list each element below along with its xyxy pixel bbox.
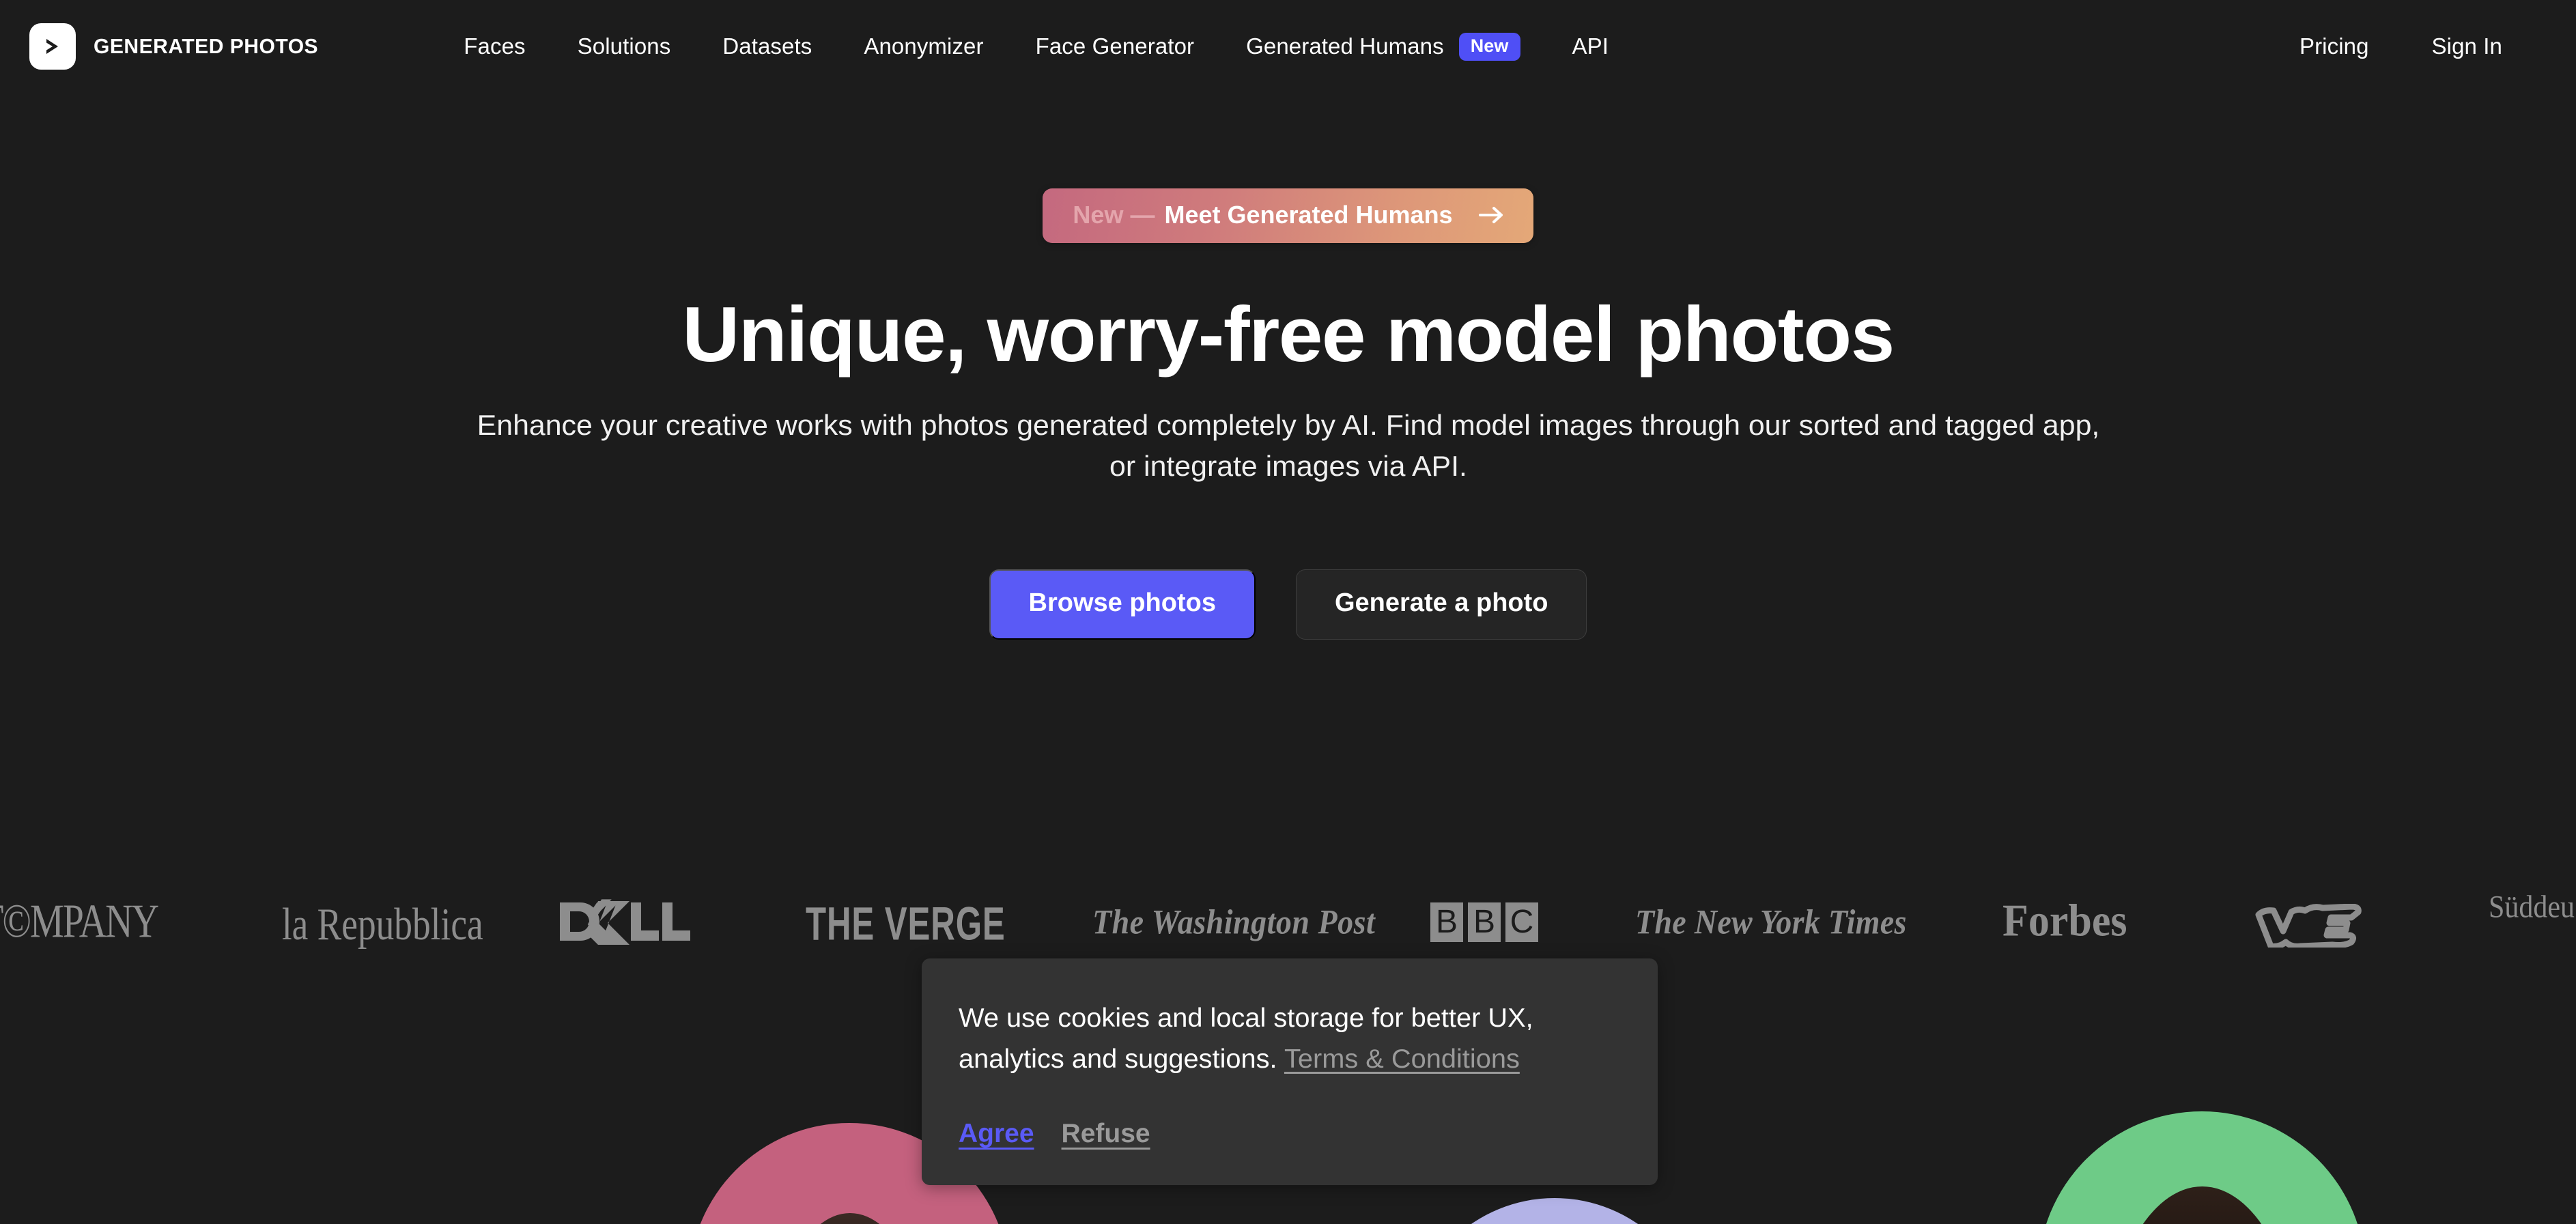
browse-photos-button[interactable]: Browse photos bbox=[989, 569, 1256, 640]
cookie-banner-text: We use cookies and local storage for bet… bbox=[959, 998, 1634, 1081]
press-logo-sueddeutsche-zeitung: Süddeu Zeitu bbox=[2489, 891, 2576, 924]
terms-and-conditions-link[interactable]: Terms & Conditions bbox=[1284, 1044, 1520, 1074]
cookie-consent-banner: We use cookies and local storage for bet… bbox=[922, 958, 1658, 1185]
nav-item-api[interactable]: API bbox=[1546, 33, 1635, 59]
hero-pill-prefix: New — bbox=[1073, 201, 1155, 229]
bbc-letter: B bbox=[1430, 902, 1463, 942]
top-navigation-bar: GENERATED PHOTOS Faces Solutions Dataset… bbox=[0, 0, 2576, 93]
press-logo-the-new-york-times: The New York Times bbox=[1635, 902, 1907, 941]
nav-item-anonymizer[interactable]: Anonymizer bbox=[838, 33, 1009, 59]
brand-logo-link[interactable]: GENERATED PHOTOS bbox=[29, 23, 325, 70]
generate-a-photo-button[interactable]: Generate a photo bbox=[1295, 569, 1587, 640]
bbc-letter: B bbox=[1468, 902, 1501, 942]
avatar-circle-lavender bbox=[1408, 1198, 1701, 1224]
nav-item-solutions[interactable]: Solutions bbox=[552, 33, 697, 59]
cookie-refuse-button[interactable]: Refuse bbox=[1062, 1119, 1150, 1149]
hero-announcement-wrap: New — Meet Generated Humans bbox=[0, 188, 2576, 243]
nav-item-face-generator[interactable]: Face Generator bbox=[1010, 33, 1221, 59]
hero-section: New — Meet Generated Humans Unique, worr… bbox=[0, 93, 2576, 640]
avatar-face-photo bbox=[765, 1213, 935, 1224]
hero-subtitle: Enhance your creative works with photos … bbox=[477, 409, 2099, 482]
hero-cta-row: Browse photos Generate a photo bbox=[0, 569, 2576, 640]
brand-name-text: GENERATED PHOTOS bbox=[94, 34, 319, 58]
chevron-right-logo-icon bbox=[29, 23, 76, 70]
arrow-right-icon bbox=[1478, 205, 1505, 225]
secondary-nav: Pricing Sign In bbox=[2268, 33, 2549, 59]
nav-item-generated-humans-label: Generated Humans bbox=[1246, 33, 1444, 59]
page-root: GENERATED PHOTOS Faces Solutions Dataset… bbox=[0, 0, 2576, 1224]
nav-item-sign-in[interactable]: Sign In bbox=[2401, 33, 2534, 59]
cookie-agree-button[interactable]: Agree bbox=[959, 1119, 1034, 1149]
press-logo-fast-company: ST©MPANY bbox=[0, 895, 159, 948]
sz-line-1: Süddeu bbox=[2489, 889, 2575, 925]
cookie-text-line-2: analytics and suggestions. bbox=[959, 1044, 1277, 1074]
press-logo-the-verge: THE VERGE bbox=[805, 897, 1006, 950]
primary-nav: Faces Solutions Datasets Anonymizer Face… bbox=[438, 32, 1635, 61]
nav-item-generated-humans[interactable]: Generated Humans New bbox=[1220, 32, 1546, 61]
hero-announcement-pill[interactable]: New — Meet Generated Humans bbox=[1043, 188, 1533, 243]
page-title: Unique, worry-free model photos bbox=[682, 291, 1895, 378]
nav-item-datasets[interactable]: Datasets bbox=[696, 33, 838, 59]
press-logo-la-repubblica: la Repubblica bbox=[281, 898, 483, 950]
nav-new-badge: New bbox=[1458, 32, 1520, 61]
bbc-letter: C bbox=[1505, 902, 1538, 942]
press-logo-forbes: Forbes bbox=[2002, 896, 2127, 946]
press-logo-vice bbox=[2252, 904, 2381, 948]
nav-item-faces[interactable]: Faces bbox=[438, 33, 551, 59]
cookie-banner-actions: Agree Refuse bbox=[959, 1119, 1621, 1149]
avatar-circle-green bbox=[2038, 1111, 2366, 1224]
press-logo-dell bbox=[558, 897, 695, 946]
nav-item-pricing[interactable]: Pricing bbox=[2268, 33, 2401, 59]
avatar-face-photo bbox=[2105, 1186, 2299, 1224]
press-logo-the-washington-post: The Washington Post bbox=[1092, 902, 1376, 941]
hero-pill-label: Meet Generated Humans bbox=[1164, 201, 1453, 229]
press-logo-strip: ST©MPANY la Repubblica THE VERGE bbox=[0, 887, 2576, 963]
cookie-text-line-1: We use cookies and local storage for bet… bbox=[959, 1004, 1533, 1033]
press-logo-bbc: B B C bbox=[1430, 902, 1538, 942]
